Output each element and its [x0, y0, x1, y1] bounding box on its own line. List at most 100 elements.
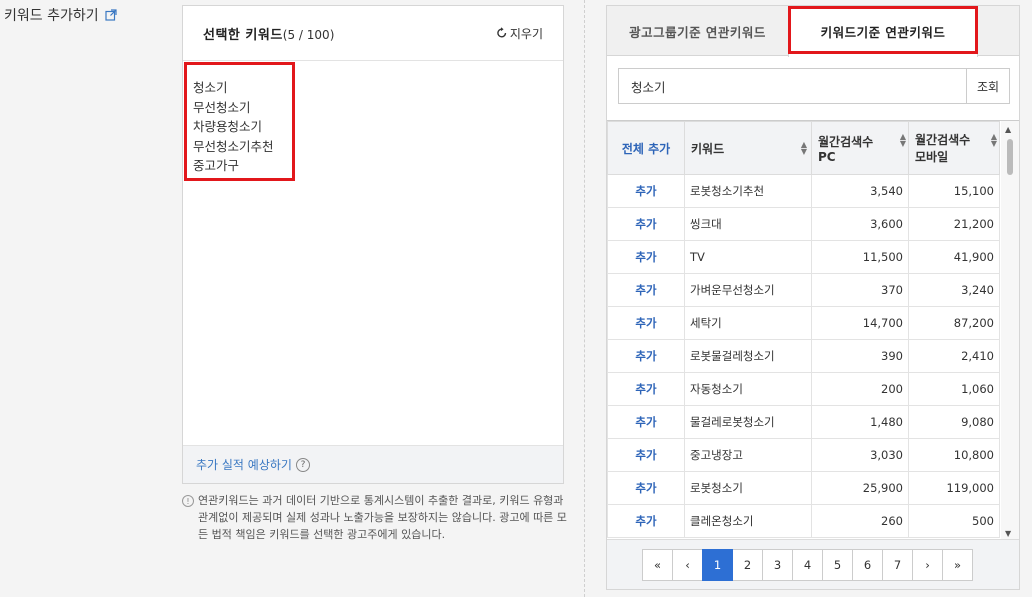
info-icon: ! [182, 495, 194, 507]
page-button[interactable]: 4 [792, 549, 823, 581]
page-button[interactable]: 6 [852, 549, 883, 581]
notice-text: 연관키워드는 과거 데이터 기반으로 통계시스템이 추출한 결과로, 키워드 유… [198, 494, 567, 541]
page-button[interactable]: 7 [882, 549, 913, 581]
add-all-button[interactable]: 전체 추가 [607, 121, 685, 175]
add-keyword-button[interactable]: 추가 [607, 174, 685, 208]
pc-search-count: 3,600 [811, 207, 909, 241]
sort-icon[interactable]: ▲ ▼ [900, 133, 906, 148]
mobile-column-label-2: 모바일 [915, 150, 949, 164]
add-keyword-button[interactable]: 추가 [607, 504, 685, 538]
keyword-cell: 로봇물걸레청소기 [684, 339, 812, 373]
clear-label: 지우기 [509, 26, 543, 41]
scroll-down-icon[interactable]: ▼ [1005, 529, 1011, 538]
last-page-button[interactable]: » [942, 549, 973, 581]
keyword-cell: 자동청소기 [684, 372, 812, 406]
keyword-cell: 씽크대 [684, 207, 812, 241]
pc-search-count: 14,700 [811, 306, 909, 340]
pagination-area: «‹ 1 2 3 4 5 6 7 ›» [607, 539, 1019, 589]
sort-icon[interactable]: ▲ ▼ [991, 133, 997, 148]
table-row: 추가 로봇물걸레청소기 390 2,410 [607, 339, 1000, 373]
page-button[interactable]: 2 [732, 549, 763, 581]
mobile-column-label-1: 월간검색수 [915, 133, 971, 147]
table-row: 추가 가벼운무선청소기 370 3,240 [607, 273, 1000, 307]
column-header-mobile[interactable]: 월간검색수 모바일 ▲ ▼ [908, 121, 1000, 175]
table-body: 추가 로봇청소기추천 3,540 15,100 추가 씽크대 3,600 21,200 추가 TV… [607, 174, 1000, 538]
selected-keyword-item[interactable]: 차량용청소기 [193, 116, 262, 135]
page-button[interactable]: 5 [822, 549, 853, 581]
simulate-label: 추가 실적 예상하기 [196, 458, 292, 472]
pc-search-count: 200 [811, 372, 909, 406]
page-button[interactable]: 1 [702, 549, 733, 581]
selected-keyword-item[interactable]: 무선청소기추천 [193, 136, 274, 155]
tab-adgroup-related[interactable]: 광고그룹기준 연관키워드 [607, 6, 788, 56]
mobile-search-count: 21,200 [908, 207, 1000, 241]
add-keyword-button[interactable]: 추가 [607, 405, 685, 439]
pc-search-count: 370 [811, 273, 909, 307]
keyword-cell: 물걸레로봇청소기 [684, 405, 812, 439]
selected-keyword-item[interactable]: 무선청소기 [193, 97, 251, 116]
refresh-icon [497, 27, 507, 38]
selected-keyword-list[interactable]: 청소기 무선청소기 차량용청소기 무선청소기추천 중고가구 [183, 61, 563, 446]
add-keyword-button[interactable]: 추가 [607, 339, 685, 373]
selected-keyword-item[interactable]: 중고가구 [193, 155, 239, 174]
column-header-pc[interactable]: 월간검색수 PC ▲ ▼ [811, 121, 909, 175]
simulate-performance-link[interactable]: 추가 실적 예상하기 ? [196, 456, 310, 473]
pc-search-count: 3,540 [811, 174, 909, 208]
pc-search-count: 11,500 [811, 240, 909, 274]
next-page-button[interactable]: › [912, 549, 943, 581]
table-row: 추가 클레온청소기 260 500 [607, 504, 1000, 538]
help-icon[interactable]: ? [295, 457, 310, 472]
add-keyword-button[interactable]: 추가 [607, 273, 685, 307]
scroll-up-icon[interactable]: ▲ [1005, 125, 1011, 134]
selected-keywords-header: 선택한 키워드(5 / 100) 지우기 [183, 6, 563, 61]
add-keyword-button[interactable]: 추가 [607, 372, 685, 406]
external-link-icon[interactable] [105, 9, 117, 21]
add-keyword-button[interactable]: 추가 [607, 306, 685, 340]
page-label: 키워드 추가하기 [4, 5, 117, 25]
add-keyword-button[interactable]: 추가 [607, 471, 685, 505]
keyword-cell: 가벼운무선청소기 [684, 273, 812, 307]
pc-column-label-1: 월간검색수 [818, 134, 874, 149]
table-row: 추가 세탁기 14,700 87,200 [607, 306, 1000, 340]
mobile-search-count: 3,240 [908, 273, 1000, 307]
mobile-search-count: 10,800 [908, 438, 1000, 472]
pc-search-count: 25,900 [811, 471, 909, 505]
selected-keywords-panel: 선택한 키워드(5 / 100) 지우기 청소기 무선청소기 차량용청소기 무선… [182, 5, 564, 484]
tab-bar: 광고그룹기준 연관키워드 키워드기준 연관키워드 [607, 6, 1019, 57]
table-row: 추가 자동청소기 200 1,060 [607, 372, 1000, 406]
table-header-row: 전체 추가 키워드 ▲ ▼ 월간검색수 PC ▲ ▼ 월간검색수 모바일 ▲ ▼ [607, 121, 1000, 175]
first-page-button[interactable]: « [642, 549, 673, 581]
keyword-search-input[interactable] [618, 68, 966, 104]
table-row: 추가 물걸레로봇청소기 1,480 9,080 [607, 405, 1000, 439]
table-row: 추가 로봇청소기추천 3,540 15,100 [607, 174, 1000, 208]
page-button[interactable]: 3 [762, 549, 793, 581]
selected-keywords-title: 선택한 키워드(5 / 100) [203, 24, 334, 43]
search-button[interactable]: 조회 [966, 68, 1010, 104]
search-row: 조회 [618, 68, 1010, 104]
keyword-cell: TV [684, 240, 812, 274]
selected-keyword-item[interactable]: 청소기 [193, 77, 228, 96]
table-row: 추가 TV 11,500 41,900 [607, 240, 1000, 274]
mobile-search-count: 87,200 [908, 306, 1000, 340]
sort-icon[interactable]: ▲ ▼ [801, 141, 807, 156]
pc-search-count: 390 [811, 339, 909, 373]
prev-page-button[interactable]: ‹ [672, 549, 703, 581]
add-keyword-button[interactable]: 추가 [607, 438, 685, 472]
keyword-cell: 로봇청소기추천 [684, 174, 812, 208]
table-scrollbar[interactable]: ▲ ▼ [1001, 121, 1019, 539]
mobile-search-count: 2,410 [908, 339, 1000, 373]
scroll-thumb[interactable] [1007, 139, 1013, 175]
pagination: «‹ 1 2 3 4 5 6 7 ›» [642, 549, 973, 581]
column-header-keyword[interactable]: 키워드 ▲ ▼ [684, 121, 812, 175]
add-keyword-button[interactable]: 추가 [607, 207, 685, 241]
tab-keyword-related[interactable]: 키워드기준 연관키워드 [788, 6, 978, 57]
clear-button[interactable]: 지우기 [496, 25, 543, 42]
add-keyword-button[interactable]: 추가 [607, 240, 685, 274]
pc-search-count: 260 [811, 504, 909, 538]
keyword-cell: 로봇청소기 [684, 471, 812, 505]
selected-count: (5 / 100) [282, 27, 335, 42]
mobile-search-count: 119,000 [908, 471, 1000, 505]
keyword-cell: 클레온청소기 [684, 504, 812, 538]
mobile-search-count: 500 [908, 504, 1000, 538]
mobile-search-count: 9,080 [908, 405, 1000, 439]
